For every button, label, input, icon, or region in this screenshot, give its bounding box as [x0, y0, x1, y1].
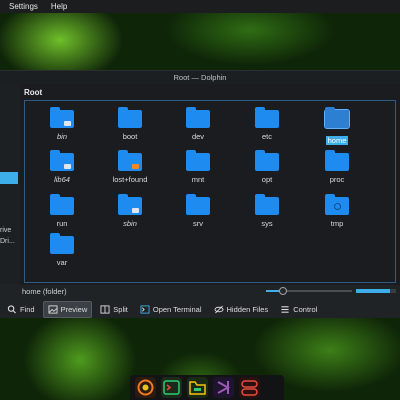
control-label: Control — [293, 304, 318, 314]
places-label-drive[interactable]: rive — [0, 227, 11, 234]
find-label: Find — [20, 304, 35, 314]
zoom-slider-handle[interactable] — [279, 287, 288, 295]
folder-name: tmp — [330, 219, 344, 228]
window-title: Root — Dolphin — [0, 71, 400, 84]
places-selected-item[interactable] — [0, 172, 18, 184]
folder-icon — [325, 150, 349, 171]
folder-item-sys[interactable]: sys — [237, 194, 297, 228]
folder-name: srv — [193, 219, 203, 228]
lock-emblem-icon — [132, 164, 139, 169]
folder-icon — [255, 150, 279, 171]
link-emblem-icon — [64, 121, 71, 126]
menu-help[interactable]: Help — [51, 2, 67, 11]
folder-item-bin[interactable]: bin — [32, 107, 92, 141]
folder-name: boot — [122, 132, 138, 141]
folder-icon — [118, 194, 142, 215]
hamburger-menu-icon — [281, 305, 289, 313]
preview-label: Preview — [60, 304, 88, 314]
folder-item-srv[interactable]: srv — [168, 194, 228, 228]
firefox-icon[interactable] — [135, 377, 156, 398]
places-panel: rive Dri... — [0, 84, 20, 284]
search-icon — [7, 304, 16, 313]
folder-icon — [50, 107, 74, 128]
folder-item-opt[interactable]: opt — [237, 150, 297, 184]
folder-name: dev — [191, 132, 205, 141]
places-label-drive2[interactable]: Dri... — [0, 238, 15, 245]
folder-icon — [50, 194, 74, 215]
open-terminal-button[interactable]: Open Terminal — [136, 301, 206, 318]
folder-name: run — [56, 219, 68, 228]
terminal-icon — [140, 304, 150, 314]
folder-item-tmp[interactable]: tmp — [307, 194, 367, 228]
terminal-icon[interactable] — [161, 377, 182, 398]
folder-icon — [50, 150, 74, 171]
split-label: Split — [113, 304, 128, 314]
bottom-toolbar: Find Preview Split Open Terminal Hidden … — [0, 300, 400, 318]
open-terminal-label: Open Terminal — [152, 304, 202, 314]
folder-icon — [255, 107, 279, 128]
folder-item-var[interactable]: var — [32, 233, 92, 267]
folder-name: proc — [329, 175, 345, 184]
link-emblem-icon — [64, 164, 71, 169]
folder-item-boot[interactable]: boot — [100, 107, 160, 141]
folder-name: home — [325, 136, 349, 145]
zoom-slider[interactable] — [266, 287, 352, 295]
dolphin-window: Root — Dolphin rive Dri... Root bin boot d… — [0, 70, 400, 318]
folder-icon — [324, 107, 350, 129]
split-button[interactable]: Split — [96, 301, 132, 318]
folder-item-home[interactable]: home — [307, 107, 367, 145]
link-emblem-icon — [132, 208, 139, 213]
hidden-files-button[interactable]: Hidden Files — [210, 301, 273, 318]
taskbar-dock — [130, 375, 284, 400]
folder-item-lib64[interactable]: lib64 — [32, 150, 92, 184]
folder-icon — [118, 150, 142, 171]
menubar: Settings Help — [0, 0, 400, 13]
folder-name: sys — [261, 219, 273, 228]
status-text: home (folder) — [22, 287, 67, 296]
find-button[interactable]: Find — [3, 301, 39, 318]
files-icon[interactable] — [187, 377, 208, 398]
free-space-fill — [356, 289, 390, 293]
folder-icon — [255, 194, 279, 215]
folder-name: lost+found — [112, 175, 148, 184]
clock-emblem-icon — [334, 203, 341, 210]
folder-name: lib64 — [54, 175, 70, 184]
breadcrumb[interactable]: Root — [24, 88, 42, 97]
folder-icon — [186, 150, 210, 171]
folder-icon — [186, 107, 210, 128]
hidden-files-label: Hidden Files — [226, 304, 269, 314]
folder-name: etc — [261, 132, 272, 141]
file-view-area: Root bin boot dev etc home lib64 lost+found mnt… — [20, 84, 400, 285]
icon-grid: bin boot dev etc home lib64 lost+found mnt opt pr… — [24, 100, 396, 283]
free-space-bar — [356, 289, 396, 293]
image-icon — [48, 304, 58, 314]
folder-name: var — [56, 258, 68, 267]
folder-name: opt — [261, 175, 273, 184]
folder-item-run[interactable]: run — [32, 194, 92, 228]
preview-button[interactable]: Preview — [42, 300, 93, 318]
folder-name: mnt — [191, 175, 205, 184]
menu-settings[interactable]: Settings — [9, 2, 38, 11]
status-bar: home (folder) — [0, 284, 400, 298]
folder-icon — [50, 233, 74, 254]
folder-name: bin — [56, 132, 67, 141]
folder-item-dev[interactable]: dev — [168, 107, 228, 141]
folder-item-etc[interactable]: etc — [237, 107, 297, 141]
folder-item-proc[interactable]: proc — [307, 150, 367, 184]
folder-icon — [118, 107, 142, 128]
vscode-icon[interactable] — [213, 377, 234, 398]
folder-name: sbin — [123, 219, 137, 228]
folder-icon — [325, 194, 349, 215]
folder-item-sbin[interactable]: sbin — [100, 194, 160, 228]
folder-item-mnt[interactable]: mnt — [168, 150, 228, 184]
folder-item-lost-found[interactable]: lost+found — [100, 150, 160, 184]
eye-hidden-icon — [214, 305, 224, 313]
control-button[interactable]: Control — [276, 301, 321, 318]
folder-icon — [186, 194, 210, 215]
split-view-icon — [100, 304, 110, 314]
settings-toggle-icon[interactable] — [239, 377, 260, 398]
